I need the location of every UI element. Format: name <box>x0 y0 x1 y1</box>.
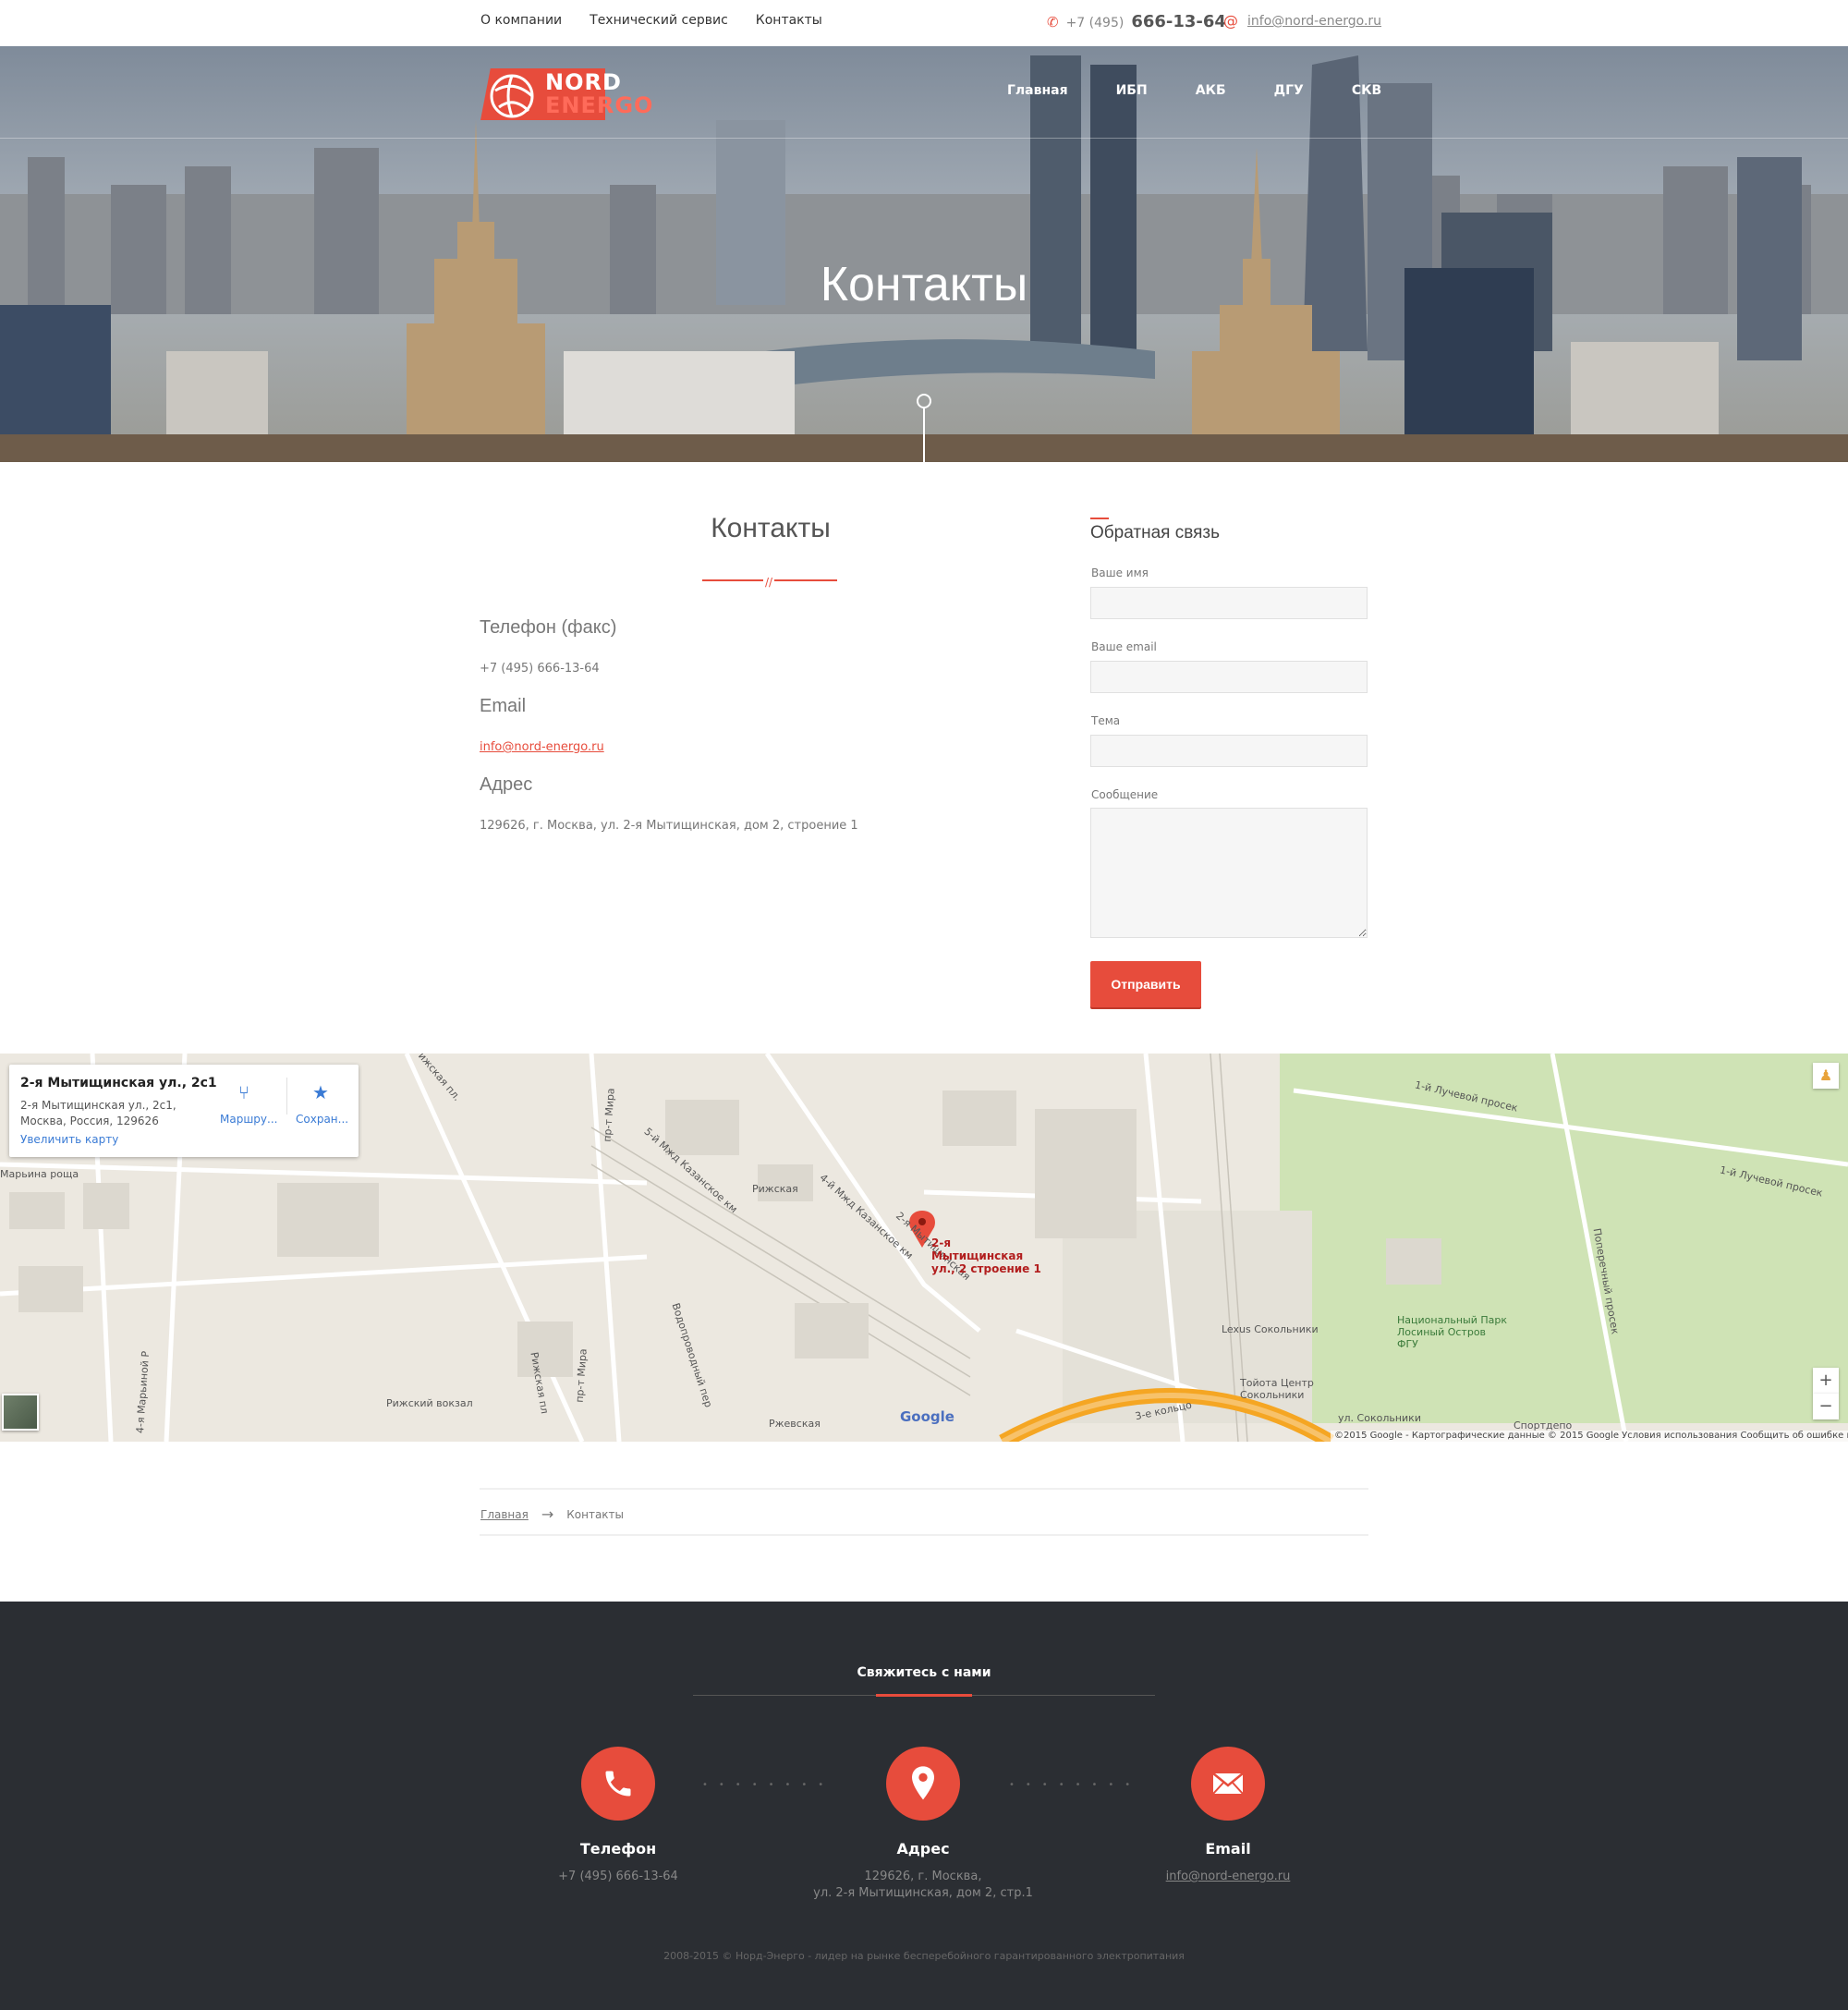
footer-address-line1: 129626, г. Москва, <box>864 1870 982 1883</box>
satellite-toggle[interactable] <box>2 1394 39 1431</box>
main-nav: Главная ИБП АКБ ДГУ СКВ <box>1007 83 1381 98</box>
footer-phone-value: +7 (495) 666-13-64 <box>558 1870 678 1883</box>
top-phone-code: +7 (495) <box>1065 16 1125 30</box>
footer-email-title: Email <box>1205 1840 1251 1858</box>
feedback-title: Обратная связь <box>1090 523 1220 542</box>
top-link-contacts[interactable]: Контакты <box>756 13 822 28</box>
breadcrumb-current: Контакты <box>566 1507 625 1521</box>
email-input[interactable] <box>1090 661 1368 693</box>
hero-pin-line <box>923 408 925 462</box>
footer-title-accent <box>876 1694 972 1697</box>
map-label: Рижская <box>752 1183 798 1195</box>
hero-pin-icon <box>917 394 931 408</box>
route-icon: ⑂ <box>238 1081 249 1103</box>
footer-address-title: Адрес <box>896 1840 950 1858</box>
email-label: Ваше email <box>1091 640 1157 653</box>
subject-input[interactable] <box>1090 735 1368 767</box>
footer-phone-title: Телефон <box>579 1840 657 1858</box>
google-logo: Google <box>900 1408 954 1425</box>
footer-title: Свяжитесь с нами <box>857 1665 991 1680</box>
hero-banner: NORD ENERGO Главная ИБП АКБ ДГУ СКВ Конт… <box>0 46 1848 462</box>
breadcrumb: Главная → Контакты <box>480 1505 624 1523</box>
google-map[interactable]: Рижская пл. 1-й Лучевой просек 1-й Лучев… <box>0 1054 1848 1442</box>
route-button[interactable]: Маршру... <box>220 1113 277 1126</box>
contacts-heading: Контакты <box>711 513 831 543</box>
breadcrumb-bottom-line <box>480 1534 1368 1536</box>
footer-email-circle[interactable] <box>1191 1747 1265 1821</box>
save-button[interactable]: Сохран... <box>296 1113 348 1126</box>
map-label: Тойота Центр Сокольники <box>1240 1377 1314 1401</box>
logo-text-1: NORD <box>545 69 622 95</box>
top-phone-number: 666-13-64 <box>1131 12 1226 31</box>
logo-text-2: ENERGO <box>545 92 654 118</box>
nav-generators[interactable]: ДГУ <box>1274 83 1304 98</box>
breadcrumb-arrow-icon: → <box>541 1505 554 1523</box>
footer-address-value: 129626, г. Москва, ул. 2-я Мытищинская, … <box>784 1869 1062 1902</box>
envelope-icon <box>1212 1772 1244 1795</box>
footer-dots: •••••••• <box>702 1780 835 1790</box>
zoom-out-button[interactable]: − <box>1813 1394 1839 1419</box>
map-card-title: 2-я Мытищинская ул., 2с1 <box>20 1076 217 1090</box>
map-marker-label: 2-я Мытищинская ул., 2 строение 1 <box>931 1236 1041 1275</box>
message-label: Сообщение <box>1091 788 1159 801</box>
email-title: Email <box>480 696 527 716</box>
footer-address-line2: ул. 2-я Мытищинская, дом 2, стр.1 <box>813 1886 1033 1900</box>
map-label: Марьина роща <box>0 1168 79 1180</box>
phone-title: Телефон (факс) <box>480 617 617 638</box>
address-title: Адрес <box>480 774 533 795</box>
divider-mark: // <box>763 576 775 589</box>
top-bar: О компании Технический сервис Контакты ✆… <box>0 0 1848 46</box>
form-accent <box>1090 518 1109 519</box>
top-link-about[interactable]: О компании <box>480 13 562 28</box>
footer-dots: •••••••• <box>1009 1780 1142 1790</box>
nav-ups[interactable]: ИБП <box>1116 83 1148 98</box>
nav-home[interactable]: Главная <box>1007 83 1068 98</box>
breadcrumb-home[interactable]: Главная <box>480 1508 529 1521</box>
subject-label: Тема <box>1091 714 1121 727</box>
submit-button[interactable]: Отправить <box>1090 961 1201 1007</box>
top-phone: ✆ +7 (495) 666-13-64 <box>1047 12 1226 31</box>
nav-divider <box>0 138 1848 139</box>
map-label: Рижский вокзал <box>386 1397 473 1409</box>
top-link-service[interactable]: Технический сервис <box>590 13 728 28</box>
map-copyright: ©2015 Google - Картографические данные ©… <box>1331 1431 1848 1442</box>
map-label: ул. Сокольники <box>1338 1412 1421 1424</box>
at-icon: @ <box>1223 12 1238 30</box>
phone-icon <box>605 1771 631 1797</box>
breadcrumb-top-line <box>480 1488 1368 1490</box>
logo-globe-icon <box>490 74 534 118</box>
map-label: Ржевская <box>769 1418 821 1430</box>
top-email-link[interactable]: info@nord-energo.ru <box>1247 14 1381 29</box>
footer-email-link[interactable]: info@nord-energo.ru <box>1089 1869 1367 1885</box>
footer: Свяжитесь с нами •••••••• •••••••• Телеф… <box>0 1602 1848 2010</box>
footer-phone-circle[interactable] <box>581 1747 655 1821</box>
logo[interactable]: NORD ENERGO <box>480 65 652 122</box>
message-textarea[interactable] <box>1090 808 1368 938</box>
top-links: О компании Технический сервис Контакты <box>480 13 822 28</box>
name-label: Ваше имя <box>1091 566 1149 579</box>
name-input[interactable] <box>1090 587 1368 619</box>
nav-hvac[interactable]: СКВ <box>1352 83 1381 98</box>
star-icon: ★ <box>312 1081 329 1103</box>
phone-value: +7 (495) 666-13-64 <box>480 662 600 676</box>
map-zoom-link[interactable]: Увеличить карту <box>20 1133 118 1146</box>
hero-title: Контакты <box>820 258 1028 311</box>
map-label: Lexus Сокольники <box>1222 1323 1319 1335</box>
address-value: 129626, г. Москва, ул. 2-я Мытищинская, … <box>480 819 858 833</box>
map-label: Национальный Парк Лосиный Остров ФГУ <box>1397 1314 1507 1350</box>
map-card-separator <box>286 1078 287 1115</box>
zoom-in-button[interactable]: + <box>1813 1368 1839 1394</box>
footer-address-circle[interactable] <box>886 1747 960 1821</box>
map-info-card: 2-я Мытищинская ул., 2с1 2-я Мытищинская… <box>9 1065 359 1157</box>
nav-batteries[interactable]: АКБ <box>1196 83 1226 98</box>
pegman-icon[interactable]: ♟ <box>1813 1063 1839 1089</box>
map-card-address: 2-я Мытищинская ул., 2с1, Москва, Россия… <box>20 1099 176 1127</box>
phone-icon: ✆ <box>1047 14 1059 30</box>
location-pin-icon <box>912 1766 934 1800</box>
footer-copyright: 2008-2015 © Норд-Энерго - лидер на рынке… <box>663 1950 1185 1962</box>
email-link[interactable]: info@nord-energo.ru <box>480 740 604 754</box>
